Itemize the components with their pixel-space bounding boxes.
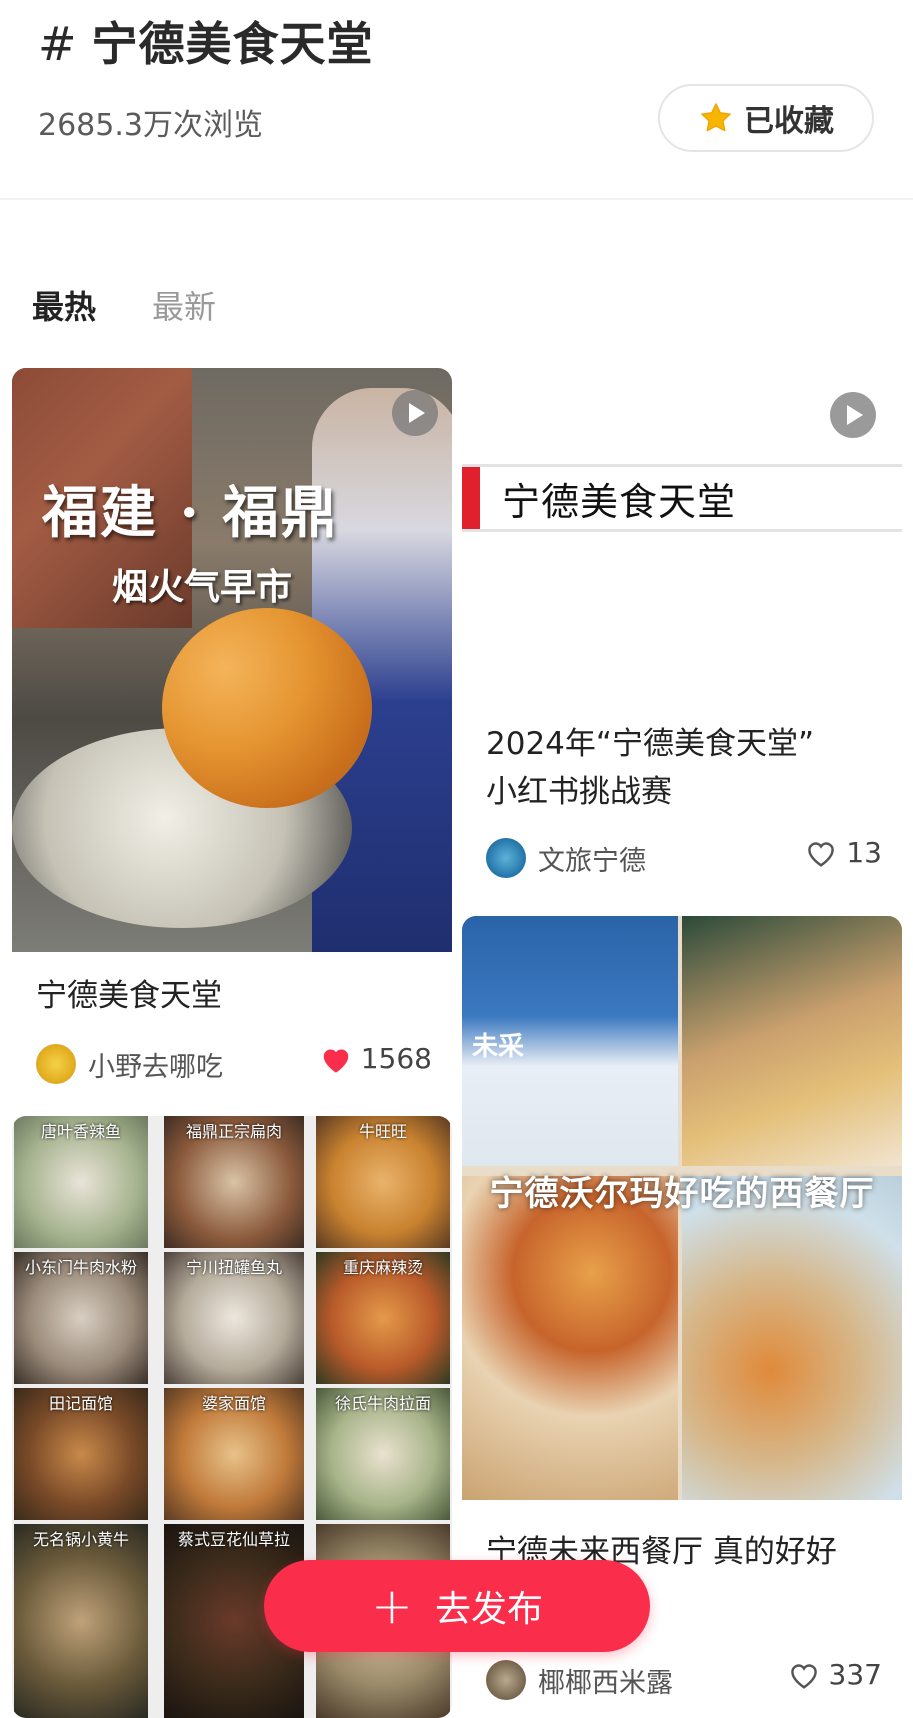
- avatar: [36, 1044, 76, 1084]
- post-cover[interactable]: 宁德美食天堂: [462, 368, 902, 708]
- food-tile: 婆家面馆: [164, 1388, 304, 1520]
- avatar: [486, 1660, 526, 1700]
- view-count: 2685.3万次浏览: [38, 108, 263, 143]
- hash-icon: #: [38, 17, 78, 71]
- tab-newest[interactable]: 最新: [152, 282, 216, 328]
- play-icon: [392, 390, 438, 436]
- heart-outline-icon: [808, 841, 835, 867]
- post-title: 宁德美食天堂: [36, 978, 222, 1014]
- cover-caption: 宁德沃尔玛好吃的西餐厅: [489, 1174, 875, 1214]
- food-tile: 无名锅小黄牛: [14, 1524, 148, 1718]
- food-tile: 重庆麻辣烫: [316, 1252, 450, 1384]
- play-icon: [830, 392, 876, 438]
- like-button[interactable]: 1568: [319, 1042, 432, 1075]
- favorite-label: 已收藏: [744, 104, 834, 139]
- shop-sign: 未采: [472, 1032, 525, 1062]
- heart-outline-icon: [790, 1663, 817, 1689]
- cover-banner: 宁德美食天堂: [462, 464, 902, 532]
- food-tile-label: 婆家面馆: [201, 1394, 266, 1413]
- like-button[interactable]: 337: [787, 1658, 882, 1691]
- post-title-line1: 2024年“宁德美食天堂”: [486, 726, 815, 762]
- plus-icon: +: [371, 1577, 413, 1635]
- publish-button[interactable]: + 去发布: [264, 1560, 650, 1652]
- post-author[interactable]: 椰椰西米露: [486, 1660, 673, 1700]
- food-tile-label: 徐氏牛肉拉面: [334, 1394, 431, 1413]
- food-tile: 牛旺旺: [316, 1116, 450, 1248]
- food-tile: 唐叶香辣鱼: [14, 1116, 148, 1248]
- like-count: 337: [828, 1658, 882, 1691]
- avatar: [486, 838, 526, 878]
- author-name: 椰椰西米露: [538, 1667, 673, 1699]
- food-tile: 田记面馆: [14, 1388, 148, 1520]
- topic-title: # 宁德美食天堂: [38, 8, 374, 74]
- food-tile-label: 蔡式豆花仙草拉: [177, 1530, 290, 1549]
- banner-accent: [462, 467, 480, 529]
- post-card[interactable]: 宁德美食天堂 2024年“宁德美食天堂” 小红书挑战赛 文旅宁德 13: [462, 368, 902, 898]
- food-tile: 宁川扭罐鱼丸: [164, 1252, 304, 1384]
- like-button[interactable]: 13: [804, 836, 882, 869]
- food-tile-label: 重庆麻辣烫: [342, 1258, 423, 1277]
- food-tile: 福鼎正宗扁肉: [164, 1116, 304, 1248]
- food-tile-label: 福鼎正宗扁肉: [185, 1122, 282, 1141]
- post-author[interactable]: 小野去哪吃: [36, 1044, 223, 1084]
- post-card[interactable]: 福建 · 福鼎 烟火气早市 宁德美食天堂 小野去哪吃 1568: [12, 368, 452, 1112]
- food-tile-label: 无名锅小黄牛: [32, 1530, 129, 1549]
- cover-caption: 福建 · 福鼎: [42, 480, 339, 546]
- tab-hottest[interactable]: 最热: [32, 282, 96, 328]
- cover-image-pizza: [462, 1176, 678, 1500]
- food-tile-label: 宁川扭罐鱼丸: [185, 1258, 282, 1277]
- header-divider: [0, 198, 913, 200]
- heart-filled-icon: [323, 1048, 349, 1073]
- post-title-line2: 小红书挑战赛: [486, 774, 672, 810]
- author-name: 小野去哪吃: [88, 1051, 223, 1083]
- cover-image-food: [162, 608, 372, 808]
- food-tile-label: 田记面馆: [48, 1394, 113, 1413]
- like-count: 1568: [360, 1042, 432, 1075]
- post-title: 2024年“宁德美食天堂” 小红书挑战赛: [486, 720, 814, 816]
- cover-image-table: [682, 916, 902, 1166]
- food-tile: 徐氏牛肉拉面: [316, 1388, 450, 1520]
- cover-caption: 宁德美食天堂: [502, 480, 737, 524]
- author-name: 文旅宁德: [538, 845, 646, 877]
- food-tile-label: 唐叶香辣鱼: [40, 1122, 121, 1141]
- favorite-button[interactable]: 已收藏: [658, 84, 874, 152]
- star-icon: [701, 103, 731, 132]
- cover-image-drinks: [682, 1176, 902, 1500]
- post-cover[interactable]: 未采 宁德沃尔玛好吃的西餐厅: [462, 916, 902, 1500]
- food-tile-label: 小东门牛肉水粉: [24, 1258, 137, 1277]
- cover-subcaption: 烟火气早市: [112, 566, 293, 608]
- food-tile: 小东门牛肉水粉: [14, 1252, 148, 1384]
- food-tile-label: 牛旺旺: [358, 1122, 407, 1141]
- topic-title-text: 宁德美食天堂: [91, 17, 374, 71]
- post-cover[interactable]: 福建 · 福鼎 烟火气早市: [12, 368, 452, 952]
- like-count: 13: [846, 836, 882, 869]
- publish-label: 去发布: [434, 1589, 543, 1630]
- post-author[interactable]: 文旅宁德: [486, 838, 646, 878]
